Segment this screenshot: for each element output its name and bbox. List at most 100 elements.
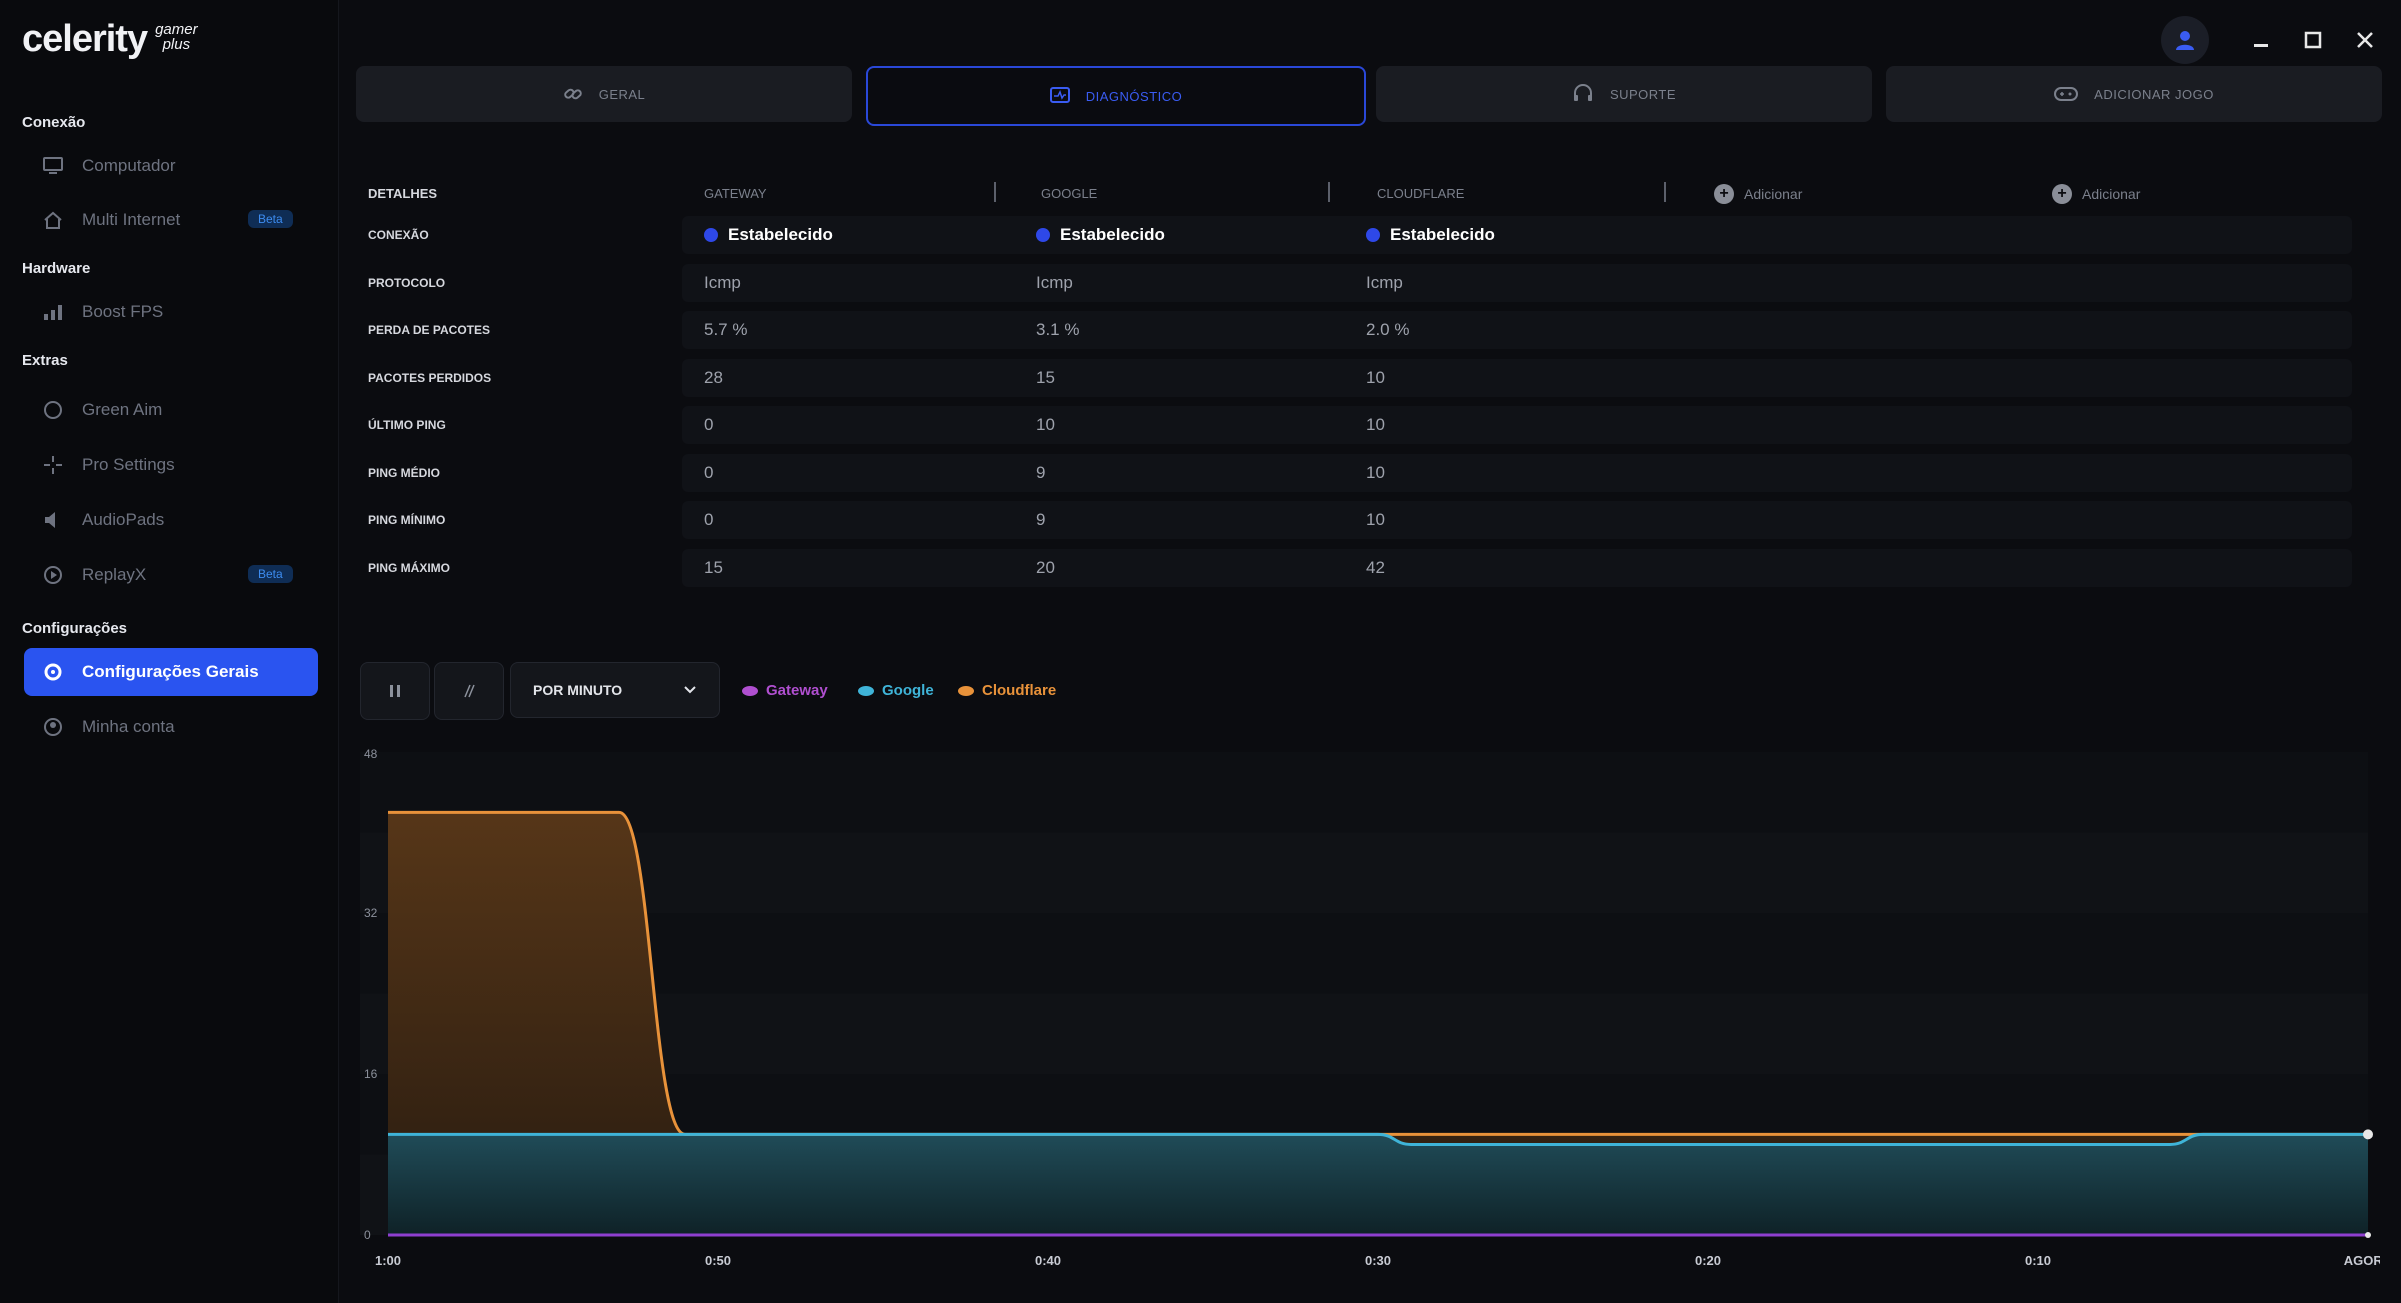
table-cell: Icmp	[1366, 272, 1403, 292]
table-cell: 10	[1366, 415, 1385, 434]
pause-button[interactable]	[360, 662, 430, 720]
table-row	[682, 548, 2352, 587]
row-label: ÚLTIMO PING	[368, 418, 446, 432]
headset-icon	[1572, 84, 1594, 104]
sidebar-item-audiopads[interactable]: AudioPads	[24, 496, 318, 544]
tab-label: GERAL	[598, 86, 646, 102]
details-header: DETALHES	[368, 186, 438, 201]
table-row	[682, 216, 2352, 254]
sidebar-item-replayx[interactable]: ReplayX Beta	[24, 551, 318, 599]
section-configuracoes: Configurações	[22, 620, 128, 637]
bar-chart-icon	[42, 301, 64, 323]
replay-icon	[42, 564, 64, 586]
scale-button[interactable]	[434, 662, 504, 720]
sidebar-item-green-aim[interactable]: Green Aim	[24, 386, 318, 434]
sidebar-item-configuracoes-gerais[interactable]: Configurações Gerais	[24, 648, 318, 696]
row-label: PING MÉDIO	[368, 465, 441, 480]
sidebar-item-boost-fps[interactable]: Boost FPS	[24, 288, 318, 336]
row-label: PROTOCOLO	[368, 275, 446, 290]
x-tick-label: 0:20	[1695, 1253, 1721, 1268]
table-cell: 10	[1366, 367, 1385, 387]
column-header-cloudflare: CLOUDFLARE	[1377, 186, 1465, 201]
plus-icon: +	[1714, 184, 1734, 204]
table-cell: 20	[1036, 557, 1055, 577]
table-cell: Estabelecido	[1366, 225, 1495, 245]
section-hardware: Hardware	[22, 260, 91, 277]
status-dot-icon	[1036, 228, 1050, 242]
row-label: CONEXÃO	[368, 228, 429, 242]
tab-label: SUPORTE	[1609, 86, 1677, 102]
add-label: Adicionar	[2082, 186, 2141, 202]
pause-icon	[390, 685, 400, 697]
add-label: Adicionar	[1744, 186, 1803, 202]
tab-suporte[interactable]: SUPORTE	[1376, 66, 1872, 122]
sidebar-item-label: AudioPads	[82, 510, 165, 529]
legend-label: Gateway	[766, 682, 828, 699]
table-cell: 5.7 %	[704, 320, 748, 339]
sidebar-item-label: Pro Settings	[82, 455, 175, 474]
x-tick-label: 0:30	[1365, 1253, 1391, 1268]
column-header-gateway: GATEWAY	[704, 186, 767, 201]
row-label: PERDA DE PACOTES	[368, 323, 491, 337]
home-icon	[42, 209, 64, 231]
table-cell: 15	[704, 557, 723, 577]
column-menu-gateway[interactable]	[994, 182, 996, 202]
table-cell: 0	[704, 415, 714, 434]
table-cell: 10	[1036, 415, 1055, 434]
table-cell: 3.1 %	[1036, 320, 1080, 339]
period-select[interactable]: POR MINUTO	[510, 662, 720, 718]
table-row	[682, 406, 2352, 444]
crosshair-icon	[42, 454, 64, 476]
close-button[interactable]	[2345, 20, 2385, 60]
table-cell: 10	[1366, 510, 1385, 529]
section-extras: Extras	[22, 352, 68, 369]
end-point-marker	[2365, 1232, 2371, 1238]
table-cell: 28	[704, 367, 723, 387]
tab-adicionar-jogo[interactable]: ADICIONAR JOGO	[1886, 66, 2382, 122]
add-column-button[interactable]: + Adicionar	[2052, 184, 2140, 204]
end-point-marker	[2363, 1129, 2373, 1140]
tab-diagnostico[interactable]: DIAGNÓSTICO	[866, 66, 1366, 126]
tab-geral[interactable]: GERAL	[356, 66, 852, 122]
sidebar-item-computador[interactable]: Computador	[24, 142, 318, 190]
column-menu-google[interactable]	[1328, 182, 1330, 202]
legend-gateway[interactable]: Gateway	[742, 682, 828, 699]
beta-badge: Beta	[248, 210, 293, 228]
grid-band	[360, 913, 2368, 994]
status-text: Estabelecido	[1060, 225, 1165, 244]
monitor-icon	[42, 155, 64, 177]
tab-label: DIAGNÓSTICO	[1085, 88, 1183, 104]
avatar[interactable]	[2161, 16, 2209, 64]
column-header-google: GOOGLE	[1041, 186, 1098, 201]
sidebar-item-label: Multi Internet	[82, 210, 181, 229]
x-tick-label: 0:10	[2025, 1253, 2051, 1268]
y-tick-label: 48	[364, 747, 378, 761]
table-cell: 10	[1366, 462, 1385, 482]
diagnostic-icon	[1049, 87, 1070, 105]
table-cell: 15	[1036, 367, 1055, 387]
minimize-button[interactable]	[2241, 20, 2281, 60]
x-tick-label: 0:40	[1035, 1253, 1061, 1268]
legend-cloudflare[interactable]: Cloudflare	[958, 682, 1056, 699]
eye-icon	[742, 685, 758, 696]
table-cell: 42	[1366, 557, 1385, 577]
legend-google[interactable]: Google	[858, 682, 934, 699]
table-row	[682, 501, 2352, 539]
window-controls	[2161, 16, 2385, 64]
add-column-button[interactable]: + Adicionar	[1714, 184, 1802, 204]
circle-icon	[42, 399, 64, 421]
sidebar-item-minha-conta[interactable]: Minha conta	[24, 703, 318, 751]
grid-band	[360, 752, 2368, 833]
sidebar-item-pro-settings[interactable]: Pro Settings	[24, 441, 318, 489]
user-circle-icon	[42, 716, 64, 738]
close-icon	[2357, 32, 2373, 48]
series-area-google	[388, 1134, 2368, 1235]
column-menu-cloudflare[interactable]	[1664, 182, 1666, 202]
maximize-icon	[2304, 31, 2322, 49]
sidebar-item-multi-internet[interactable]: Multi Internet Beta	[24, 196, 318, 244]
sidebar-item-label: ReplayX	[82, 565, 147, 584]
x-tick-label: AGORA	[2344, 1253, 2380, 1268]
table-cell: Estabelecido	[704, 225, 833, 245]
plus-icon: +	[2052, 184, 2072, 204]
maximize-button[interactable]	[2293, 20, 2333, 60]
